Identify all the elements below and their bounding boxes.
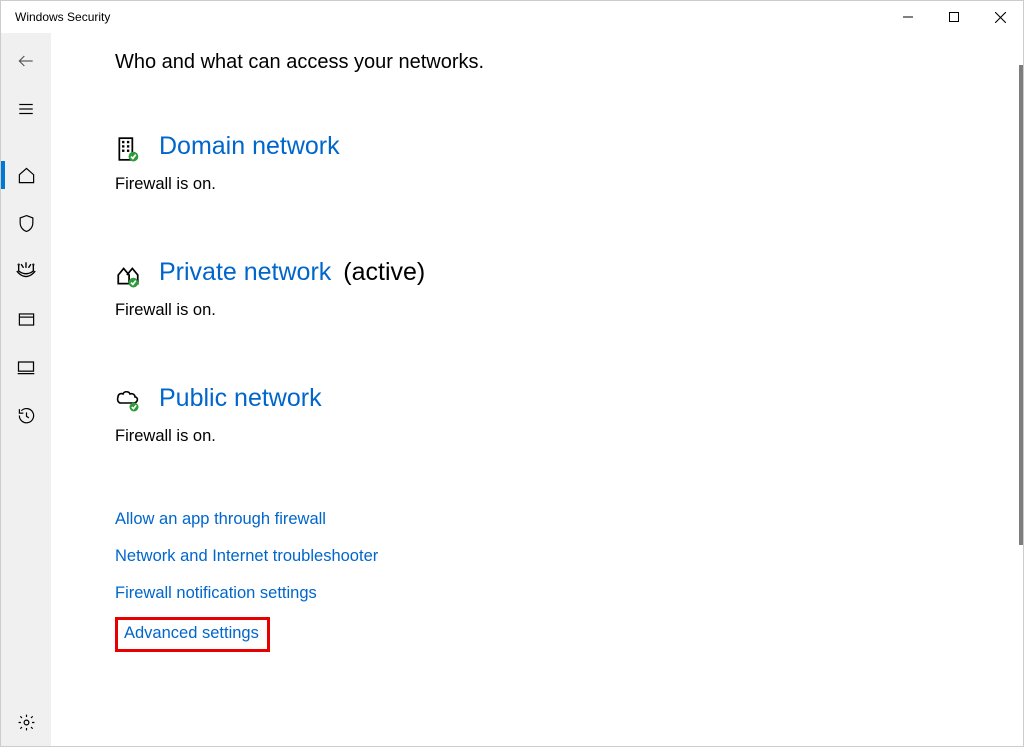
sidebar-item-virus[interactable]	[1, 199, 51, 247]
section-domain-network: Domain network Firewall is on.	[115, 132, 1023, 194]
titlebar: Windows Security	[1, 1, 1023, 33]
private-network-status: Firewall is on.	[115, 301, 1023, 320]
domain-network-link[interactable]: Domain network	[159, 132, 340, 161]
sidebar-item-device-security[interactable]	[1, 343, 51, 391]
sidebar-item-history[interactable]	[1, 391, 51, 439]
main-content: Who and what can access your networks. D…	[51, 33, 1023, 746]
private-network-link[interactable]: Private network	[159, 258, 331, 287]
maximize-button[interactable]	[931, 1, 977, 33]
sidebar	[1, 33, 51, 746]
scrollbar[interactable]	[1019, 65, 1023, 545]
back-button[interactable]	[1, 37, 51, 85]
domain-network-status: Firewall is on.	[115, 175, 1023, 194]
link-notification-settings[interactable]: Firewall notification settings	[115, 584, 317, 603]
app-body: Who and what can access your networks. D…	[1, 33, 1023, 746]
link-advanced-settings[interactable]: Advanced settings	[124, 624, 259, 643]
window-title: Windows Security	[1, 10, 110, 24]
advanced-settings-highlight: Advanced settings	[115, 617, 270, 652]
private-network-active-label: (active)	[343, 258, 425, 287]
section-public-network: Public network Firewall is on.	[115, 384, 1023, 446]
public-network-link[interactable]: Public network	[159, 384, 322, 413]
public-network-icon	[115, 388, 141, 414]
private-network-icon	[115, 262, 141, 288]
page-subtitle: Who and what can access your networks.	[115, 51, 1023, 74]
sidebar-item-home[interactable]	[1, 151, 51, 199]
hamburger-menu[interactable]	[1, 85, 51, 133]
link-allow-app[interactable]: Allow an app through firewall	[115, 510, 326, 529]
minimize-button[interactable]	[885, 1, 931, 33]
sidebar-item-settings[interactable]	[1, 698, 51, 746]
links-section: Allow an app through firewall Network an…	[115, 510, 1023, 652]
sidebar-item-app-browser[interactable]	[1, 295, 51, 343]
section-private-network: Private network (active) Firewall is on.	[115, 258, 1023, 320]
public-network-status: Firewall is on.	[115, 427, 1023, 446]
close-button[interactable]	[977, 1, 1023, 33]
sidebar-item-firewall[interactable]	[1, 247, 51, 295]
link-troubleshooter[interactable]: Network and Internet troubleshooter	[115, 547, 378, 566]
domain-network-icon	[115, 136, 141, 162]
